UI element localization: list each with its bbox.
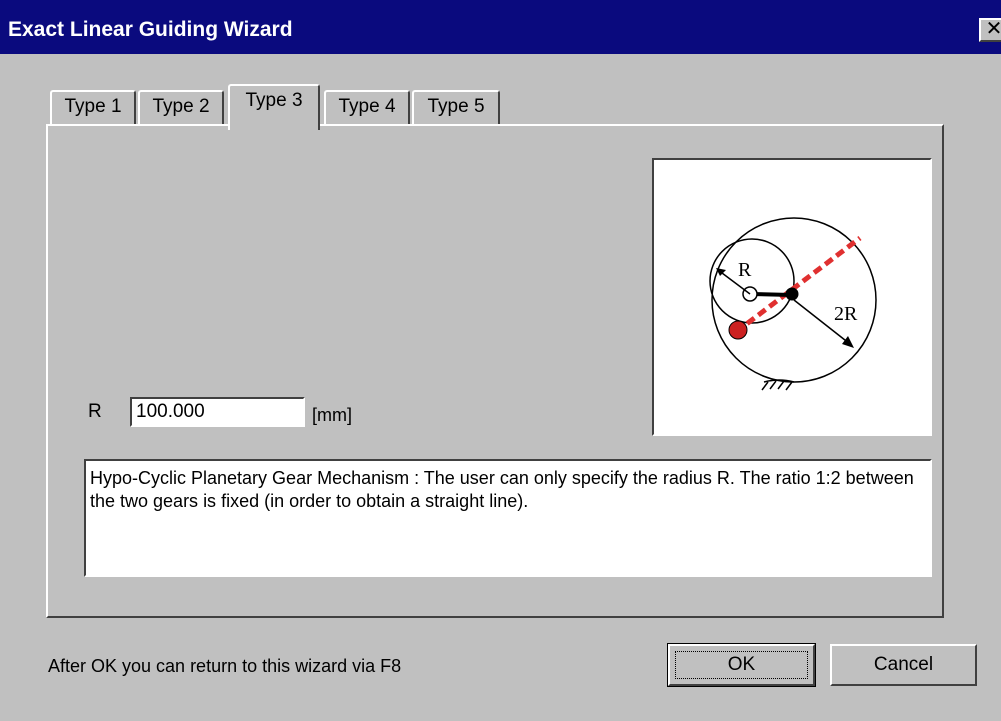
trace-point [728,320,748,340]
description-textbox[interactable]: Hypo-Cyclic Planetary Gear Mechanism : T… [84,459,932,577]
small-gear-circle [709,238,795,324]
unit-label: [mm] [312,405,352,425]
mechanism-diagram: R 2R [652,158,932,436]
tab-type-5[interactable]: Type 5 [412,90,500,124]
window-title: Exact Linear Guiding Wizard [8,18,293,41]
tab-type-4[interactable]: Type 4 [324,90,410,124]
cancel-button[interactable]: Cancel [830,644,977,686]
ok-button-label: OK [675,651,808,679]
tab-type-3[interactable]: Type 3 [228,84,320,130]
small-radius-label: R [738,259,752,281]
tab-type-2[interactable]: Type 2 [138,90,224,124]
2r-arrowhead [842,336,854,348]
mechanism-diagram-svg: R 2R [709,217,877,391]
f8-hint: After OK you can return to this wizard v… [48,656,402,676]
radius-input[interactable] [130,397,305,427]
tab-type-1[interactable]: Type 1 [50,90,136,124]
title-bar: Exact Linear Guiding Wizard ✕ [0,0,1001,54]
r-field-label: R [88,401,102,422]
close-icon[interactable]: ✕ [979,18,1001,42]
ok-button[interactable]: OK [667,643,816,687]
ground-hatch [761,379,795,391]
large-gear-center [785,287,799,301]
large-radius-label: 2R [834,303,858,325]
